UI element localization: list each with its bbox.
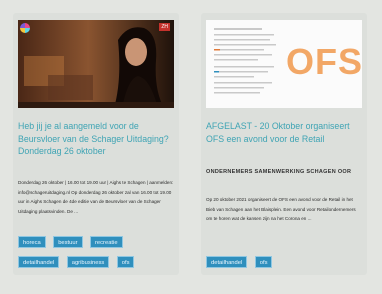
tag[interactable]: recreatie (89, 236, 123, 248)
tag[interactable]: horeca (18, 236, 46, 248)
tag-list: horeca bestuur recreatie detailhandel ag… (18, 231, 176, 271)
tag[interactable]: detailhandel (206, 256, 248, 268)
tag-list: detailhandel ofs (206, 251, 364, 271)
news-card[interactable]: OFS AFGELAST - 20 Oktober organiseert OF… (201, 13, 367, 275)
card-excerpt: Donderdag 26 oktober | 16.00 tot 19.00 u… (18, 180, 174, 214)
card-title[interactable]: AFGELAST - 20 Oktober organiseert OFS ee… (206, 120, 364, 145)
card-excerpt: Op 20 oktober 2021 organiseert de OFS ee… (206, 197, 356, 222)
card-image[interactable]: ZH (18, 20, 174, 108)
tag[interactable]: agribusiness (66, 256, 110, 268)
tag[interactable]: ofs (116, 256, 135, 268)
tag[interactable]: bestuur (53, 236, 83, 248)
tag[interactable]: ofs (254, 256, 273, 268)
card-image[interactable]: OFS (206, 20, 362, 108)
news-card[interactable]: ZH Heb jij je al aangemeld voor de Beurs… (13, 13, 179, 275)
ofs-logo: OFS (286, 41, 362, 82)
tag[interactable]: detailhandel (18, 256, 60, 268)
card-author: ONDERNEMERS SAMENWERKING SCHAGEN OOR (206, 169, 352, 175)
channel-logo-icon (20, 23, 30, 33)
card-title[interactable]: Heb jij je al aangemeld voor de Beursvlo… (18, 120, 176, 158)
channel-badge: ZH (159, 23, 170, 31)
